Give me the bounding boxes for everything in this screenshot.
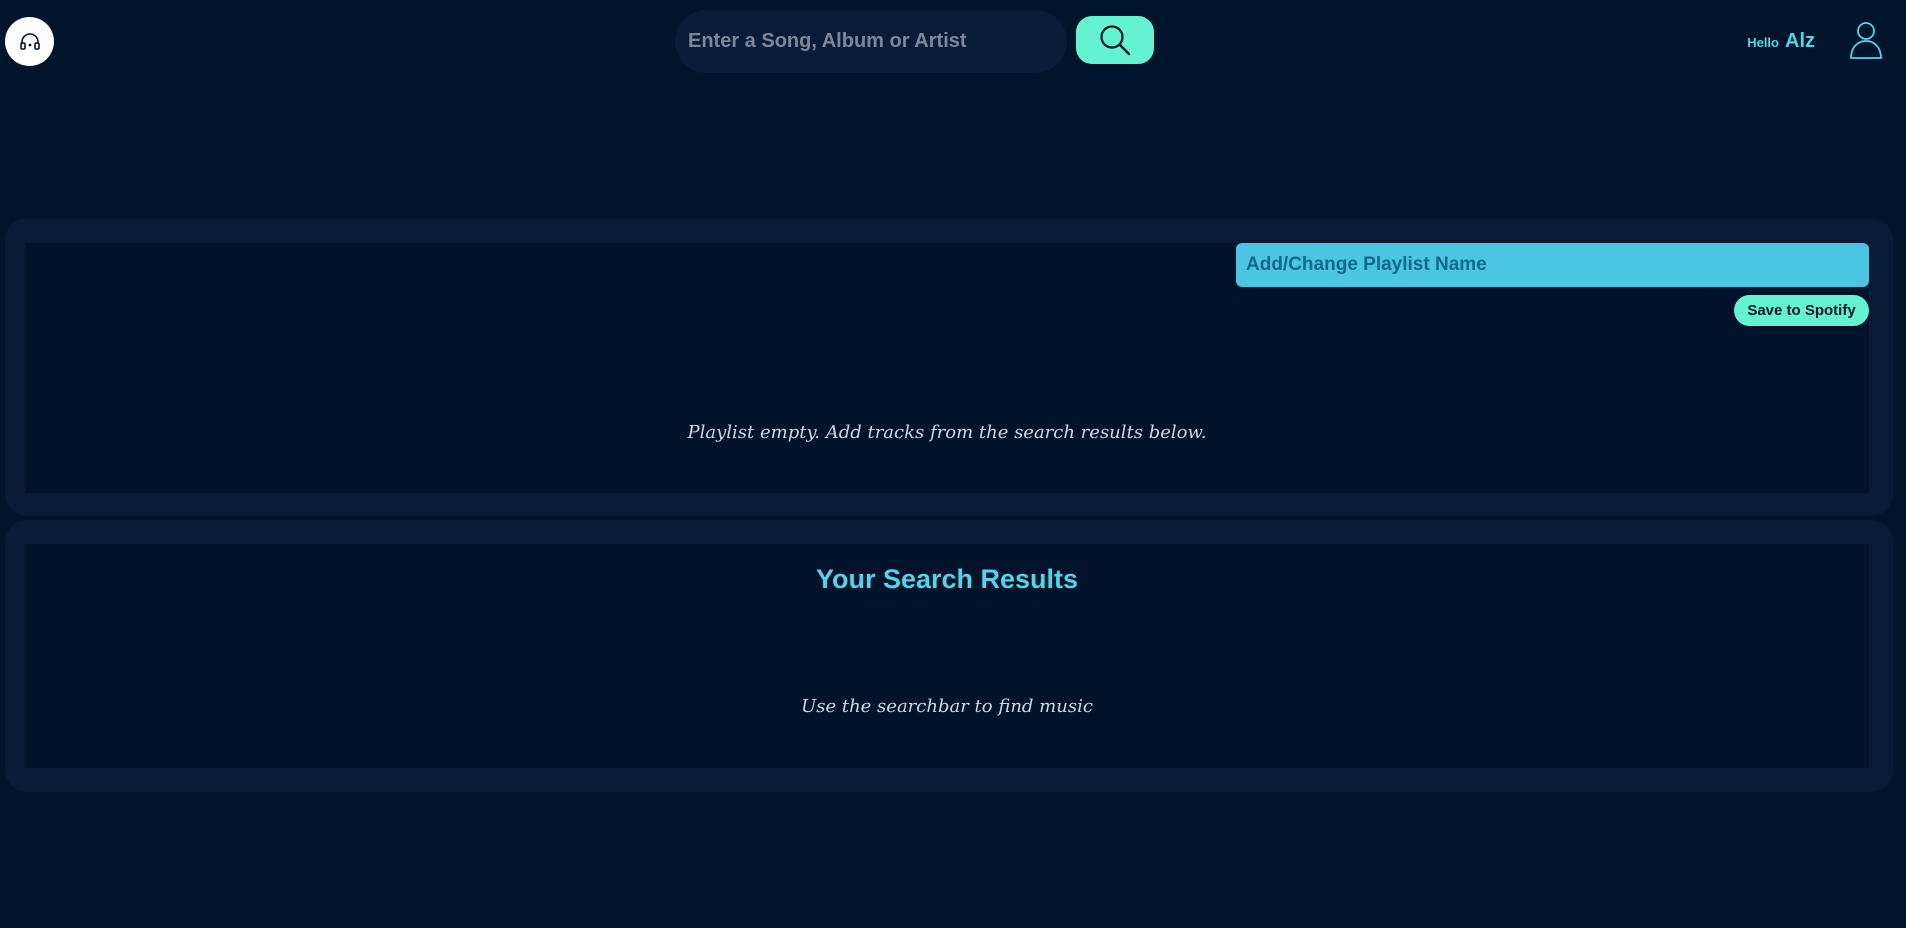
app-logo[interactable] bbox=[5, 17, 54, 66]
user-name: Alz bbox=[1785, 30, 1815, 52]
search-button[interactable] bbox=[1076, 16, 1154, 64]
greeting-prefix: Hello bbox=[1747, 35, 1779, 50]
user-icon[interactable] bbox=[1848, 20, 1884, 60]
save-to-spotify-button[interactable]: Save to Spotify bbox=[1734, 295, 1869, 326]
top-bar: Hello Alz bbox=[0, 0, 1906, 84]
playlist-name-input[interactable] bbox=[1236, 243, 1869, 287]
user-greeting: Hello Alz bbox=[1747, 30, 1815, 53]
search-input[interactable] bbox=[675, 10, 1067, 73]
playlist-empty-message: Playlist empty. Add tracks from the sear… bbox=[687, 422, 1207, 443]
search-results-empty-message: Use the searchbar to find music bbox=[801, 696, 1093, 717]
headphones-icon bbox=[19, 32, 40, 50]
search-icon bbox=[1100, 25, 1131, 56]
search-results-title: Your Search Results bbox=[815, 564, 1079, 594]
